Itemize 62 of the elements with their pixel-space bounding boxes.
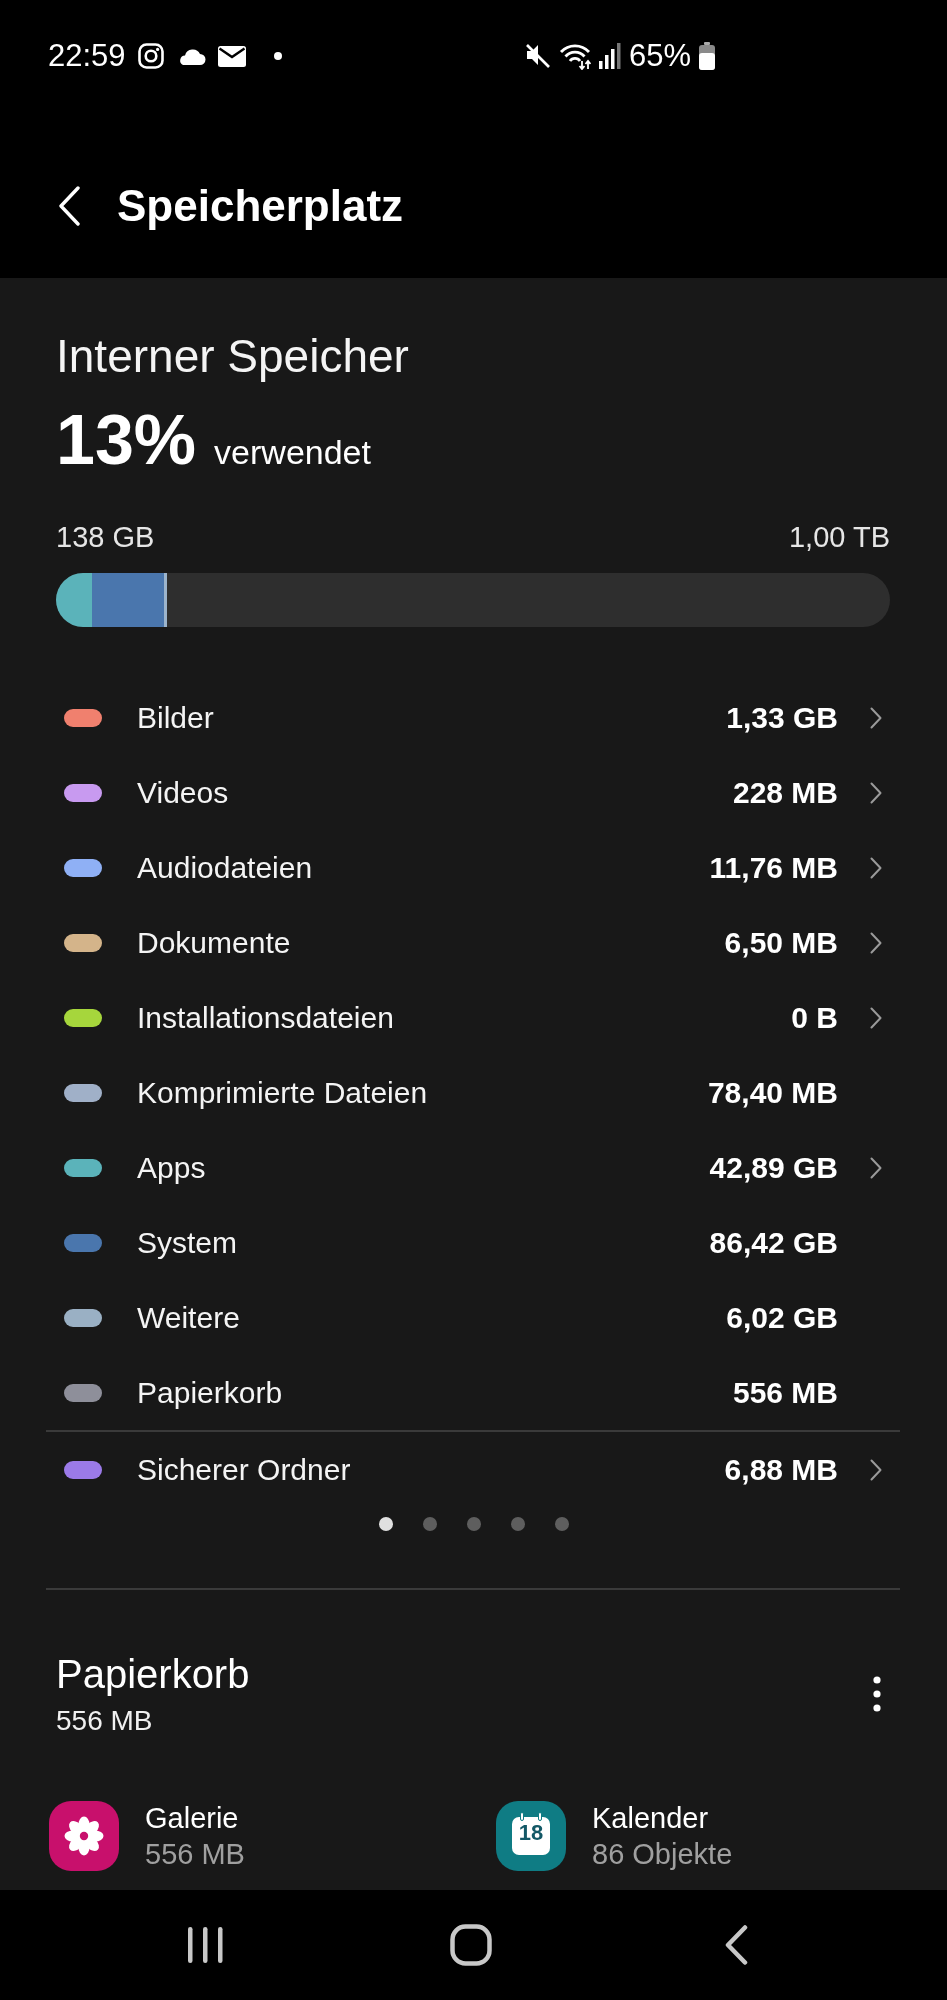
category-label: Weitere <box>137 1300 240 1336</box>
usage-percent: 13% <box>56 400 197 480</box>
category-size: 6,50 MB <box>724 925 838 961</box>
storage-title: Interner Speicher <box>56 329 410 384</box>
chevron-icon[interactable] <box>870 781 882 804</box>
chevron-icon[interactable] <box>870 706 882 729</box>
category-label: Sicherer Ordner <box>137 1452 351 1488</box>
chevron-icon[interactable] <box>870 931 882 954</box>
category-size: 228 MB <box>732 775 838 811</box>
category-size: 78,40 MB <box>707 1075 838 1111</box>
page-dot-icon[interactable] <box>510 1517 525 1531</box>
app-detail: 86 Objekte <box>592 1837 733 1872</box>
category-label: Audiodateien <box>137 850 313 886</box>
chevron-icon[interactable] <box>870 1006 882 1029</box>
app-detail: 556 MB <box>145 1837 245 1872</box>
page-dot-icon[interactable] <box>466 1517 481 1531</box>
battery-percent: 65% <box>628 38 691 74</box>
chevron-icon[interactable] <box>870 1156 882 1179</box>
category-size: 86,42 GB <box>709 1225 838 1261</box>
envelope-icon <box>217 45 246 67</box>
category-label: System <box>137 1225 238 1261</box>
home-icon[interactable] <box>450 1924 492 1966</box>
used-amount: 138 GB <box>56 520 155 555</box>
app-name: Galerie <box>145 1801 240 1836</box>
category-size: 1,33 GB <box>726 700 838 736</box>
category-size: 0 B <box>791 1000 838 1036</box>
calendar-icon[interactable]: 18 <box>496 1801 566 1871</box>
page-dot-icon[interactable] <box>422 1517 437 1531</box>
category-label: Installationsdateien <box>137 1000 394 1036</box>
category-label: Videos <box>137 775 229 811</box>
flower-icon[interactable] <box>49 1801 119 1871</box>
recent-apps-icon[interactable] <box>187 1927 225 1963</box>
more-options-icon[interactable] <box>873 1676 881 1712</box>
category-label: Papierkorb <box>137 1375 283 1411</box>
app-name: Kalender <box>592 1801 710 1836</box>
dot-icon <box>273 52 282 60</box>
page-dot-icon[interactable] <box>554 1517 569 1531</box>
usage-label: verwendet <box>214 432 371 473</box>
category-size: 6,02 GB <box>726 1300 838 1336</box>
back-icon[interactable] <box>724 1925 748 1965</box>
chevron-icon[interactable] <box>870 1458 882 1481</box>
category-label: Dokumente <box>137 925 291 961</box>
category-size: 42,89 GB <box>709 1150 838 1186</box>
clock-time: 22:59 <box>48 38 126 74</box>
total-capacity: 1,00 TB <box>788 520 890 555</box>
category-size: 556 MB <box>732 1375 838 1411</box>
category-label: Komprimierte Dateien <box>137 1075 428 1111</box>
battery-icon <box>699 42 715 70</box>
muted-speaker-icon <box>524 42 551 70</box>
page-title: Speicherplatz <box>117 180 404 232</box>
section-size: 556 MB <box>56 1704 154 1738</box>
category-size: 11,76 MB <box>709 850 838 886</box>
chevron-icon[interactable] <box>870 856 882 879</box>
category-size: 6,88 MB <box>724 1452 838 1488</box>
wifi-icon <box>558 42 591 70</box>
page-dot-icon[interactable] <box>378 1517 393 1531</box>
calendar-date: 18 <box>518 1822 544 1847</box>
signal-icon <box>598 43 621 69</box>
camera-icon <box>137 43 164 69</box>
section-title: Papierkorb <box>56 1651 250 1698</box>
category-label: Apps <box>137 1150 206 1186</box>
category-label: Bilder <box>137 700 214 736</box>
